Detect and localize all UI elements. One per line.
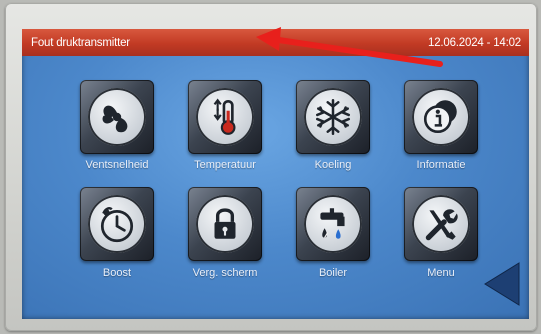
koeling-label: Koeling [314,159,352,171]
verg-scherm-button[interactable] [188,187,262,261]
info-icon [412,88,470,146]
koeling-button[interactable] [296,80,370,154]
temperatuur-button[interactable] [188,80,262,154]
boost-button[interactable] [80,187,154,261]
boost-label: Boost [102,267,132,279]
temperatuur-label: Temperatuur [194,159,256,171]
menu-label: Menu [427,267,455,279]
tools-icon [412,195,470,253]
boiler-button[interactable] [296,187,370,261]
verg-scherm-label: Verg. scherm [192,267,258,279]
status-bar: Fout druktransmitter 12.06.2024 - 14:02 [22,29,529,56]
ventsnelheid-button[interactable] [80,80,154,154]
error-message: Fout druktransmitter [31,37,130,49]
back-arrow-icon[interactable] [483,261,521,307]
snowflake-icon [304,88,362,146]
clock-icon [88,195,146,253]
informatie-button[interactable] [404,80,478,154]
touch-screen: Fout druktransmitter 12.06.2024 - 14:02 … [22,29,529,319]
lock-icon [196,195,254,253]
faucet-icon [304,195,362,253]
informatie-label: Informatie [416,159,466,171]
boiler-label: Boiler [318,267,348,279]
menu-button[interactable] [404,187,478,261]
ventsnelheid-label: Ventsnelheid [85,159,149,171]
thermometer-icon [196,88,254,146]
fan-icon [88,88,146,146]
date-time: 12.06.2024 - 14:02 [428,37,521,49]
